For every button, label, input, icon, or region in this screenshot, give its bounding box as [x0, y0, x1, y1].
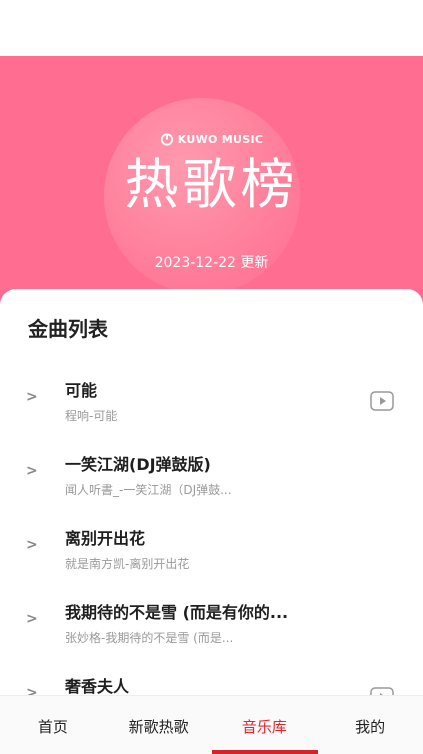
chevron-right-icon: >	[26, 537, 38, 553]
section-title: 金曲列表	[28, 317, 108, 341]
active-tab-indicator	[211, 750, 318, 754]
kuwo-logo-icon	[160, 133, 173, 146]
video-play-icon[interactable]	[370, 391, 394, 411]
bottom-tab-bar: 首页 新歌热歌 音乐库 我的	[0, 695, 423, 754]
tab-music-library[interactable]: 音乐库	[211, 696, 318, 754]
brand-name: KUWO MUSIC	[177, 132, 264, 146]
song-title: 离别开出花	[65, 529, 146, 548]
song-item[interactable]: > 一笑江湖(DJ弹鼓版) 闻人听書_-一笑江湖（DJ弹鼓...	[0, 437, 423, 511]
song-item[interactable]: > 我期待的不是雪 (而是有你的... 张妙格-我期待的不是雪 (而是...	[0, 585, 423, 659]
song-artist: 就是南方凯-离别开出花	[65, 557, 190, 571]
song-artist: 闻人听書_-一笑江湖（DJ弹鼓...	[65, 483, 232, 497]
song-title: 我期待的不是雪 (而是有你的...	[65, 603, 289, 622]
tab-label: 我的	[355, 718, 386, 736]
tab-mine[interactable]: 我的	[317, 696, 423, 754]
chevron-right-icon: >	[26, 611, 38, 627]
hero-banner: KUWO MUSIC 热歌榜 2023-12-22 更新	[0, 56, 423, 306]
song-item[interactable]: > 离别开出花 就是南方凯-离别开出花	[0, 511, 423, 585]
tab-home[interactable]: 首页	[0, 696, 106, 754]
song-list-panel: 金曲列表 > 可能 程响-可能 > 一笑江湖(DJ弹鼓版) 闻人听書_-一笑江湖…	[0, 289, 423, 707]
song-title: 可能	[65, 381, 98, 400]
tab-new-hot-songs[interactable]: 新歌热歌	[106, 696, 212, 754]
chevron-right-icon: >	[26, 389, 38, 405]
song-title: 一笑江湖(DJ弹鼓版)	[65, 455, 211, 474]
tab-label: 首页	[37, 718, 68, 736]
hero-title: 热歌榜	[124, 153, 299, 216]
chevron-right-icon: >	[26, 463, 38, 479]
song-title: 奢香夫人	[65, 677, 130, 696]
song-artist: 程响-可能	[65, 409, 118, 423]
song-item[interactable]: > 可能 程响-可能	[0, 363, 423, 437]
song-list: > 可能 程响-可能 > 一笑江湖(DJ弹鼓版) 闻人听書_-一笑江湖（DJ弹鼓…	[0, 363, 423, 733]
song-artist: 张妙格-我期待的不是雪 (而是...	[65, 631, 234, 645]
tab-label: 新歌热歌	[128, 718, 189, 736]
tab-label: 音乐库	[241, 718, 287, 736]
update-date: 2023-12-22 更新	[154, 255, 269, 271]
status-bar	[0, 0, 423, 56]
brand: KUWO MUSIC	[0, 132, 423, 146]
